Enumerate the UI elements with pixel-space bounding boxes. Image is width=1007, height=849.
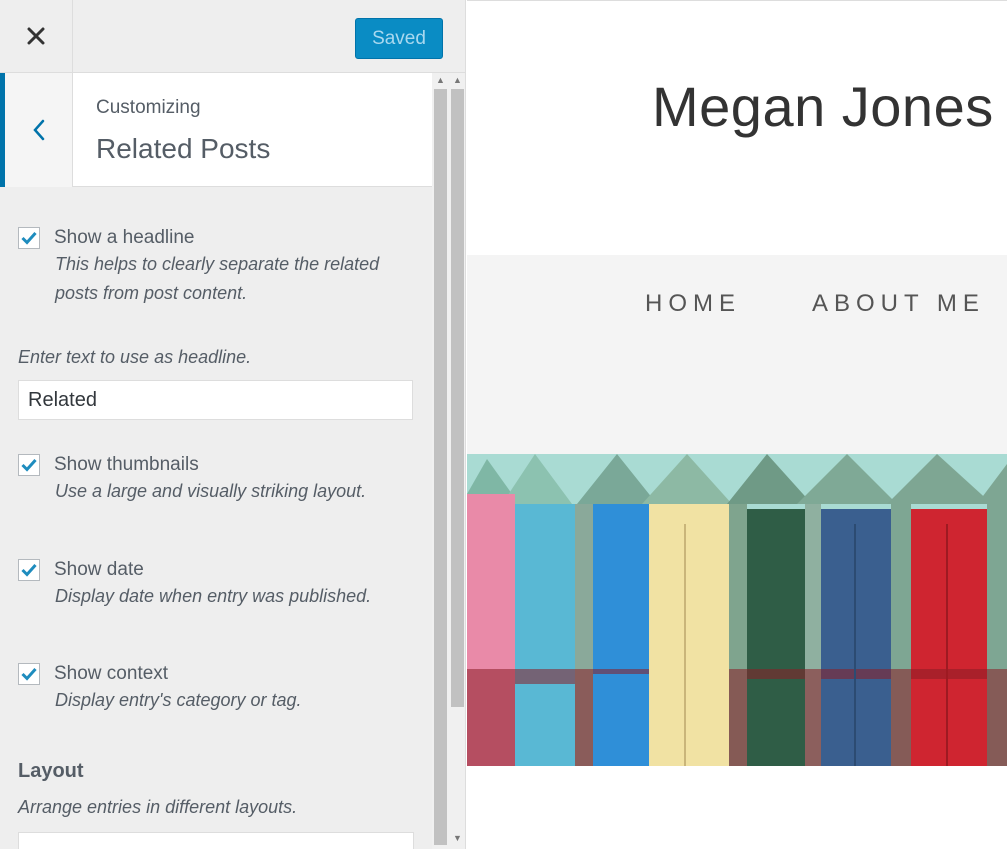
section-title: Related Posts	[96, 133, 271, 164]
saved-button[interactable]: Saved	[355, 18, 443, 59]
site-navbar	[467, 255, 1007, 455]
headline-text-description: Enter text to use as headline.	[18, 347, 252, 367]
show-context-checkbox[interactable]	[18, 663, 40, 685]
show-thumbnails-checkbox[interactable]	[18, 454, 40, 476]
close-button[interactable]	[0, 0, 73, 72]
show-headline-checkbox[interactable]	[18, 227, 40, 249]
headline-text-description-wrap: Enter text to use as headline.	[18, 347, 418, 368]
show-thumbnails-label: Show thumbnails	[54, 454, 199, 475]
chevron-left-icon	[32, 119, 44, 141]
section-subtitle: Customizing	[96, 97, 201, 118]
control-show-thumbnails: Show thumbnails Use a large and visually…	[18, 453, 418, 506]
checkmark-icon	[21, 563, 37, 577]
control-show-headline: Show a headline This helps to clearly se…	[18, 226, 418, 308]
show-headline-label: Show a headline	[54, 227, 195, 248]
show-headline-description: This helps to clearly separate the relat…	[55, 254, 380, 303]
hero-image	[467, 454, 1007, 766]
scroll-up-arrow-icon[interactable]: ▲	[436, 75, 445, 85]
layout-select[interactable]	[18, 832, 414, 849]
layout-title: Layout	[18, 760, 84, 782]
scroll-down-arrow-icon[interactable]: ▼	[453, 833, 462, 843]
scrollbar-thumb[interactable]	[434, 89, 447, 845]
site-title[interactable]: Megan Jones	[652, 74, 994, 139]
close-icon	[27, 27, 45, 45]
section-header: Customizing Related Posts	[0, 73, 432, 187]
sidebar-scrollbar[interactable]: ▲ ▲ ▼	[432, 73, 465, 849]
scroll-up-arrow-icon[interactable]: ▲	[453, 75, 462, 85]
show-context-label: Show context	[54, 663, 169, 684]
show-thumbnails-description: Use a large and visually striking layout…	[55, 481, 367, 501]
show-date-label: Show date	[54, 559, 144, 580]
checkmark-icon	[21, 667, 37, 681]
customizer-header: Saved	[0, 0, 465, 73]
show-date-description: Display date when entry was published.	[55, 586, 372, 606]
checkmark-icon	[21, 231, 37, 245]
show-context-description: Display entry's category or tag.	[55, 690, 302, 710]
customizer-sidebar: Saved Customizing Related Posts Show a h…	[0, 0, 466, 849]
back-button[interactable]	[0, 73, 73, 187]
headline-text-input[interactable]: Related	[18, 380, 413, 420]
nav-item-about-me[interactable]: ABOUT ME	[812, 290, 985, 318]
scrollbar-thumb-secondary[interactable]	[451, 89, 464, 707]
control-show-context: Show context Display entry's category or…	[18, 662, 418, 715]
show-date-checkbox[interactable]	[18, 559, 40, 581]
checkmark-icon	[21, 458, 37, 472]
layout-description: Arrange entries in different layouts.	[18, 797, 298, 817]
beach-huts-image	[467, 454, 1007, 766]
nav-item-home[interactable]: HOME	[645, 290, 741, 318]
layout-description-wrap: Arrange entries in different layouts.	[18, 797, 418, 818]
control-show-date: Show date Display date when entry was pu…	[18, 558, 418, 611]
